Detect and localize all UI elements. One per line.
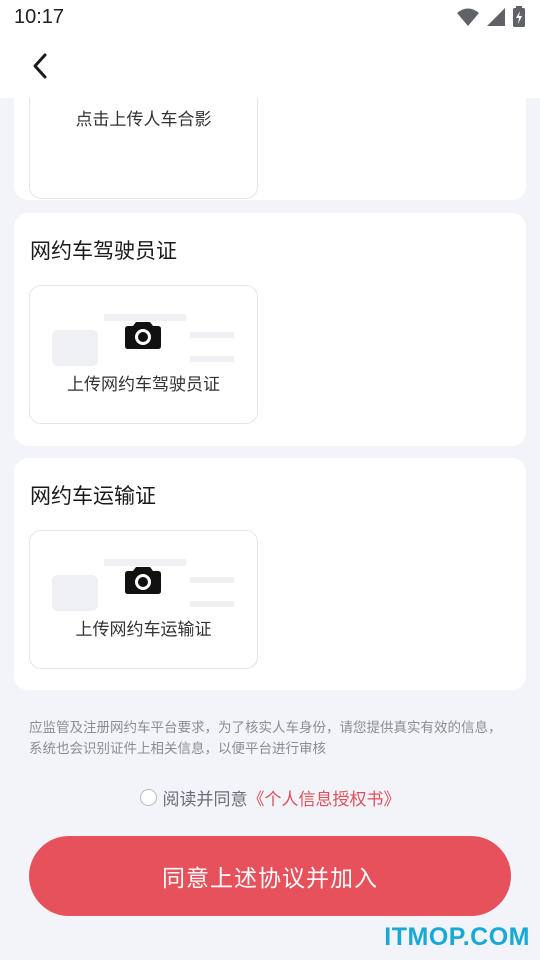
upload-transport-license[interactable]: 上传网约车运输证 <box>29 530 258 669</box>
card-title: 网约车运输证 <box>30 484 156 508</box>
placeholder-graphic <box>52 575 98 611</box>
placeholder-graphic <box>190 577 234 583</box>
chevron-left-icon <box>33 53 47 79</box>
placeholder-graphic <box>190 601 234 607</box>
card-title: 网约车驾驶员证 <box>30 239 177 263</box>
status-icons <box>456 6 526 28</box>
agreement-prefix: 阅读并同意 <box>162 790 248 810</box>
status-time: 10:17 <box>14 5 65 28</box>
back-button[interactable] <box>22 48 58 84</box>
agree-radio[interactable] <box>139 789 157 806</box>
notice-text: 应监管及注册网约车平台要求，为了核实人车身份，请您提供真实有效的信息，系统也会识… <box>29 720 502 757</box>
status-bar: 10:17 <box>0 0 540 34</box>
content: 点击上传人车合影 网约车驾驶员证 上传网约车驾驶员证 网约车运输证 上传网约车运… <box>0 98 540 960</box>
agreement-link[interactable]: 《个人信息授权书》 <box>248 785 401 810</box>
placeholder-graphic <box>190 356 234 362</box>
upload-label: 上传网约车驾驶员证 <box>67 375 220 395</box>
wifi-icon <box>457 8 479 26</box>
card-transport-license: 网约车运输证 上传网约车运输证 <box>14 458 526 690</box>
agreement-row: 阅读并同意 《个人信息授权书》 <box>0 785 540 810</box>
join-button[interactable]: 同意上述协议并加入 <box>29 836 511 916</box>
signal-icon <box>487 8 505 26</box>
battery-icon <box>513 6 525 27</box>
camera-icon <box>125 322 161 349</box>
upload-driver-license[interactable]: 上传网约车驾驶员证 <box>29 285 258 424</box>
card-driver-license: 网约车驾驶员证 上传网约车驾驶员证 <box>14 213 526 446</box>
upload-label: 点击上传人车合影 <box>75 110 212 130</box>
watermark: ITMOP.COM <box>384 923 530 951</box>
card-vehicle-photo: 点击上传人车合影 <box>14 98 526 200</box>
upload-vehicle-photo[interactable]: 点击上传人车合影 <box>29 98 258 199</box>
nav-bar <box>0 34 540 98</box>
placeholder-graphic <box>190 332 234 338</box>
upload-label: 上传网约车运输证 <box>75 620 212 640</box>
camera-icon <box>125 567 161 594</box>
placeholder-graphic <box>52 330 98 366</box>
